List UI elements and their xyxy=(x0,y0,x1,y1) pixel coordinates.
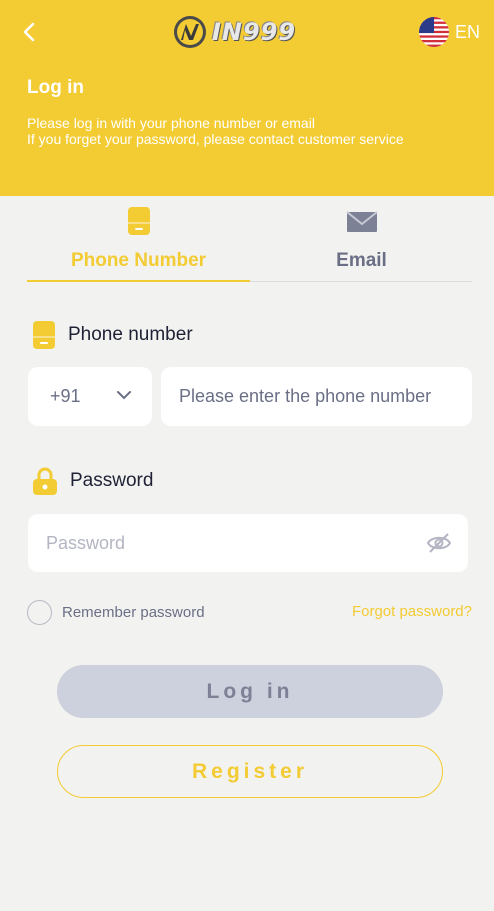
remember-label: Remember password xyxy=(62,604,205,621)
header: IN999 EN Log in Please log in with your … xyxy=(0,0,494,196)
chevron-down-icon xyxy=(117,391,131,400)
logo: IN999 xyxy=(172,12,296,52)
eye-hidden-icon[interactable] xyxy=(426,531,452,555)
subtitle-line-1: Please log in with your phone number or … xyxy=(27,115,315,131)
page-title: Log in xyxy=(27,77,84,98)
logo-text: IN999 xyxy=(212,18,297,46)
forgot-password-link[interactable]: Forgot password? xyxy=(352,603,472,620)
phone-label: Phone number xyxy=(68,324,193,345)
tab-phone-label: Phone Number xyxy=(70,250,207,271)
remember-password[interactable]: Remember password xyxy=(27,600,205,625)
password-field-title: Password xyxy=(32,466,153,496)
login-button[interactable]: Log in xyxy=(57,665,443,718)
password-label: Password xyxy=(70,470,154,491)
lock-icon xyxy=(33,467,57,495)
subtitle-line-2: If you forget your password, please cont… xyxy=(27,131,404,147)
phone-field-title: Phone number xyxy=(32,320,193,350)
email-icon xyxy=(345,211,378,232)
country-code-select[interactable]: +91 xyxy=(28,367,152,426)
remember-checkbox[interactable] xyxy=(27,600,52,625)
logo-emblem-icon xyxy=(174,16,206,48)
tab-phone-number[interactable]: Phone Number xyxy=(27,200,250,282)
phone-icon xyxy=(127,207,150,235)
password-field xyxy=(28,514,468,572)
language-label: EN xyxy=(455,21,481,42)
phone-icon xyxy=(33,321,55,349)
phone-input[interactable] xyxy=(161,367,472,426)
country-code-value: +91 xyxy=(50,386,81,406)
tab-email-label: Email xyxy=(336,250,387,271)
us-flag-icon xyxy=(419,17,449,47)
tab-email[interactable]: Email xyxy=(250,200,473,282)
register-button[interactable]: Register xyxy=(57,745,443,798)
back-arrow-icon[interactable] xyxy=(18,20,42,44)
language-selector[interactable]: EN xyxy=(419,17,480,47)
password-input[interactable] xyxy=(28,514,408,572)
login-method-tabs: Phone Number Email xyxy=(27,200,472,282)
